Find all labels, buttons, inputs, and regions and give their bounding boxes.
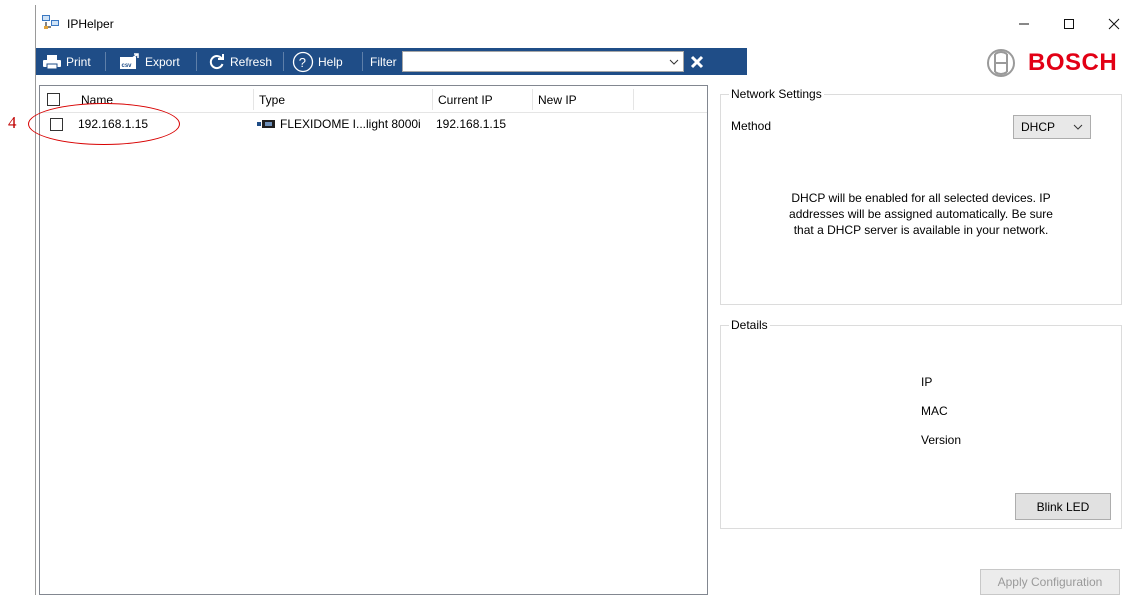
annotation-number: 4 xyxy=(8,113,17,132)
export-button[interactable]: csv Export xyxy=(119,48,180,75)
minimize-button[interactable] xyxy=(1004,11,1044,37)
details-title: Details xyxy=(729,318,770,332)
printer-icon xyxy=(43,54,61,69)
chevron-down-icon xyxy=(1073,124,1083,130)
filter-input[interactable] xyxy=(402,51,684,72)
device-type-label: FLEXIDOME I...light 8000i xyxy=(280,117,421,131)
select-all-checkbox[interactable] xyxy=(47,93,60,106)
export-label: Export xyxy=(145,54,180,69)
close-button[interactable] xyxy=(1094,11,1132,37)
column-divider[interactable] xyxy=(532,89,533,110)
help-icon: ? xyxy=(292,51,314,72)
minimize-icon xyxy=(1019,23,1029,25)
column-divider[interactable] xyxy=(253,89,254,110)
filter-dropdown-button[interactable] xyxy=(665,52,683,71)
svg-text:?: ? xyxy=(299,55,306,70)
maximize-button[interactable] xyxy=(1049,11,1089,37)
close-icon xyxy=(1108,18,1120,30)
print-button[interactable]: Print xyxy=(42,48,91,75)
clear-icon xyxy=(690,55,704,68)
network-settings-group: Network Settings Method DHCP DHCP will b… xyxy=(720,87,1122,305)
export-csv-icon: csv xyxy=(120,52,139,69)
toolbar-divider xyxy=(196,52,197,71)
column-divider[interactable] xyxy=(633,89,634,110)
toolbar-strip: Print csv Export Refresh ? Help Filter xyxy=(36,48,747,75)
device-current-ip: 192.168.1.15 xyxy=(436,117,507,131)
network-settings-title: Network Settings xyxy=(729,87,824,101)
column-header-new-ip[interactable]: New IP xyxy=(538,93,577,107)
clear-filter-button[interactable] xyxy=(687,51,707,72)
title-bar: IPHelper xyxy=(36,5,1132,41)
toolbar-divider xyxy=(105,52,106,71)
annotation-highlight-oval xyxy=(28,103,180,145)
version-label: Version xyxy=(921,433,962,447)
device-type: FLEXIDOME I...light 8000i xyxy=(257,117,421,131)
apply-configuration-button[interactable]: Apply Configuration xyxy=(980,569,1120,595)
blink-led-button[interactable]: Blink LED xyxy=(1015,493,1111,520)
window-title: IPHelper xyxy=(67,17,114,31)
toolbar-divider xyxy=(362,52,363,71)
method-value: DHCP xyxy=(1021,120,1056,134)
dhcp-info-text: DHCP will be enabled for all selected de… xyxy=(789,191,1053,237)
refresh-label: Refresh xyxy=(230,54,273,69)
toolbar: Print csv Export Refresh ? Help Filter xyxy=(36,41,1132,80)
maximize-icon xyxy=(1064,19,1074,29)
iphelper-window: IPHelper Print csv Export Refresh ? Help… xyxy=(35,5,1132,595)
app-icon xyxy=(42,14,60,30)
refresh-button[interactable]: Refresh xyxy=(208,48,272,75)
bosch-armature-icon xyxy=(987,49,1015,77)
filter-label: Filter xyxy=(370,54,397,69)
help-button[interactable]: ? Help xyxy=(292,48,343,75)
column-header-type[interactable]: Type xyxy=(259,93,285,107)
help-label: Help xyxy=(318,54,343,69)
ip-label: IP xyxy=(921,375,933,389)
bosch-wordmark: BOSCH xyxy=(1028,49,1118,76)
toolbar-divider xyxy=(283,52,284,71)
method-label: Method xyxy=(731,119,772,133)
column-header-current-ip[interactable]: Current IP xyxy=(438,93,493,107)
method-select[interactable]: DHCP xyxy=(1013,115,1091,139)
column-divider[interactable] xyxy=(432,89,433,110)
camera-icon xyxy=(257,120,275,128)
print-label: Print xyxy=(66,54,91,69)
refresh-icon xyxy=(209,53,224,69)
svg-text:csv: csv xyxy=(122,63,133,69)
bosch-logo: BOSCH xyxy=(986,48,1117,78)
details-group: Details IP MAC Version Blink LED xyxy=(720,318,1122,529)
device-list[interactable]: Name Type Current IP New IP 192.168.1.15… xyxy=(39,85,708,595)
mac-label: MAC xyxy=(921,404,948,418)
chevron-down-icon xyxy=(669,59,679,65)
